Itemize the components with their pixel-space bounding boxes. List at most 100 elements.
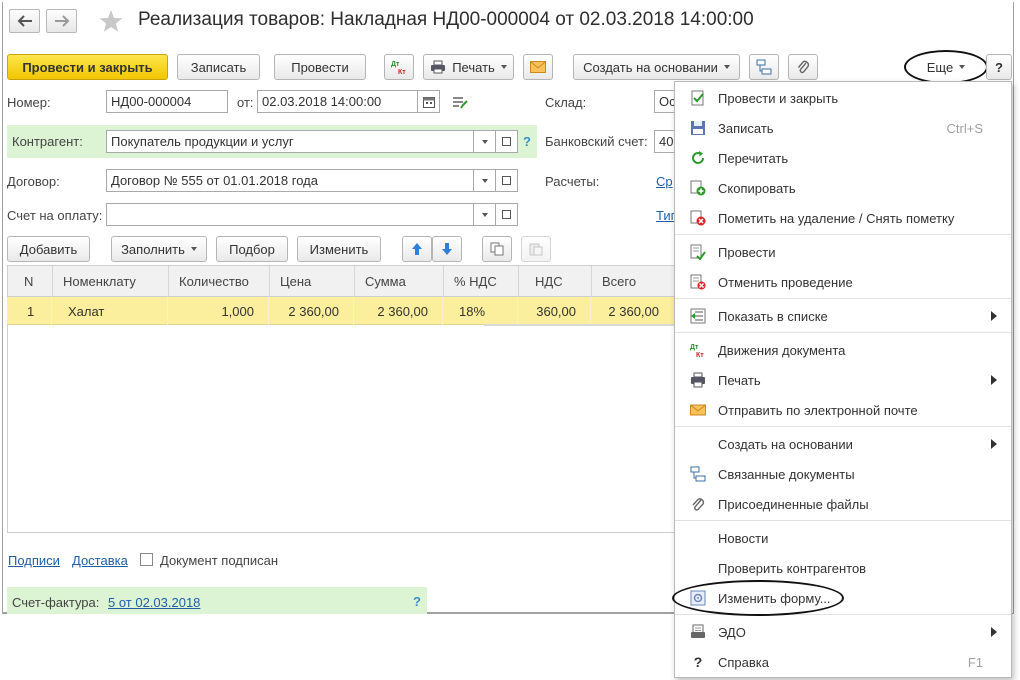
menu-item-help[interactable]: ? Справка F1 bbox=[675, 647, 1011, 677]
post-close-icon bbox=[691, 90, 704, 106]
menu-item-news[interactable]: Новости bbox=[675, 523, 1011, 553]
column-header-price[interactable]: Цена bbox=[270, 266, 355, 297]
contract-field[interactable]: Договор № 555 от 01.01.2018 года bbox=[106, 169, 474, 192]
paste-rows-button[interactable] bbox=[521, 236, 551, 262]
menu-item-create-based-on[interactable]: Создать на основании bbox=[675, 429, 1011, 459]
cell-vat: 360,00 bbox=[518, 297, 591, 325]
select-button[interactable]: Подбор bbox=[216, 236, 288, 262]
menu-item-document-movements[interactable]: Дт Кт Движения документа bbox=[675, 335, 1011, 365]
calendar-button[interactable] bbox=[418, 90, 440, 113]
menu-item-reread[interactable]: Перечитать bbox=[675, 143, 1011, 173]
copy-icon bbox=[690, 180, 706, 196]
chevron-down-icon bbox=[723, 65, 730, 69]
paperclip-icon bbox=[797, 60, 810, 74]
column-header-quantity[interactable]: Количество bbox=[169, 266, 270, 297]
invoice-open-button[interactable] bbox=[496, 203, 518, 226]
menu-item-check-counterparties[interactable]: Проверить контрагентов bbox=[675, 553, 1011, 583]
attach-files-button[interactable] bbox=[788, 54, 818, 80]
menu-item-show-in-list[interactable]: Показать в списке bbox=[675, 301, 1011, 331]
menu-item-attached-files[interactable]: Присоединенные файлы bbox=[675, 489, 1011, 519]
menu-item-label: Пометить на удаление / Снять пометку bbox=[718, 210, 955, 226]
post-icon bbox=[690, 244, 706, 260]
cell-item: Халат bbox=[52, 297, 168, 325]
invoice-dropdown-button[interactable] bbox=[474, 203, 496, 226]
date-field[interactable]: 02.03.2018 14:00:00 bbox=[257, 90, 418, 113]
invoice-field[interactable] bbox=[106, 203, 474, 226]
create-based-on-button[interactable]: Создать на основании bbox=[573, 54, 740, 80]
save-button[interactable]: Записать bbox=[177, 54, 260, 80]
counterparty-dropdown-button[interactable] bbox=[474, 130, 496, 153]
column-header-sum[interactable]: Сумма bbox=[355, 266, 444, 297]
menu-item-mark-delete[interactable]: Пометить на удаление / Снять пометку bbox=[675, 203, 1011, 233]
column-header-total[interactable]: Всего bbox=[592, 266, 674, 297]
counterparty-field[interactable]: Покупатель продукции и услуг bbox=[106, 130, 474, 153]
open-icon bbox=[502, 210, 511, 219]
menu-item-print[interactable]: Печать bbox=[675, 365, 1011, 395]
submenu-arrow-icon bbox=[991, 375, 997, 385]
copy-icon bbox=[490, 242, 504, 256]
arrow-down-icon bbox=[442, 243, 452, 255]
contract-open-button[interactable] bbox=[496, 169, 518, 192]
signatures-link[interactable]: Подписи bbox=[8, 553, 60, 568]
arrow-right-icon bbox=[54, 15, 69, 27]
menu-item-label: Скопировать bbox=[718, 180, 796, 196]
menu-item-linked-documents[interactable]: Связанные документы bbox=[675, 459, 1011, 489]
menu-item-save[interactable]: Записать Ctrl+S bbox=[675, 113, 1011, 143]
fill-label: Заполнить bbox=[121, 241, 185, 257]
change-button[interactable]: Изменить bbox=[297, 236, 381, 262]
counterparty-help-icon[interactable]: ? bbox=[523, 134, 531, 149]
signed-checkbox[interactable] bbox=[140, 553, 153, 566]
menu-item-edo[interactable]: ЭДО bbox=[675, 617, 1011, 647]
email-button[interactable] bbox=[523, 54, 553, 80]
print-button[interactable]: Печать bbox=[423, 54, 514, 80]
move-down-button[interactable] bbox=[432, 236, 462, 262]
settlements-link[interactable]: Ср bbox=[656, 174, 673, 189]
menu-item-copy[interactable]: Скопировать bbox=[675, 173, 1011, 203]
menu-item-label: Провести и закрыть bbox=[718, 90, 839, 106]
warehouse-field[interactable]: Ос bbox=[654, 90, 674, 113]
printer-icon bbox=[691, 372, 705, 388]
copy-rows-button[interactable] bbox=[482, 236, 512, 262]
menu-item-post-close[interactable]: Провести и закрыть bbox=[675, 83, 1011, 113]
column-header-vat-rate[interactable]: % НДС bbox=[444, 266, 519, 297]
add-row-button[interactable]: Добавить bbox=[7, 236, 90, 262]
menu-item-unpost[interactable]: Отменить проведение bbox=[675, 267, 1011, 297]
counterparty-open-button[interactable] bbox=[496, 130, 518, 153]
column-header-item[interactable]: Номенклату bbox=[53, 266, 169, 297]
number-field[interactable]: НД00-000004 bbox=[106, 90, 228, 113]
sf-link[interactable]: 5 от 02.03.2018 bbox=[108, 595, 200, 610]
menu-item-send-email[interactable]: Отправить по электронной почте bbox=[675, 395, 1011, 425]
save-disk-icon bbox=[691, 121, 705, 135]
linked-docs-icon bbox=[690, 466, 706, 482]
submenu-arrow-icon bbox=[991, 311, 997, 321]
open-icon bbox=[502, 176, 511, 185]
move-up-button[interactable] bbox=[402, 236, 432, 262]
forward-button[interactable] bbox=[46, 9, 77, 33]
favorite-star-icon[interactable] bbox=[98, 8, 124, 34]
menu-item-label: Проверить контрагентов bbox=[718, 560, 867, 576]
back-button[interactable] bbox=[9, 9, 40, 33]
column-header-vat[interactable]: НДС bbox=[519, 266, 592, 297]
post-button[interactable]: Провести bbox=[274, 54, 366, 80]
column-header-n[interactable]: N bbox=[8, 266, 53, 297]
bank-account-field[interactable]: 40 bbox=[654, 130, 674, 153]
dtkt-icon: Дт Кт bbox=[391, 61, 406, 75]
table-empty-area[interactable] bbox=[7, 325, 675, 533]
delivery-link[interactable]: Доставка bbox=[72, 553, 128, 568]
chevron-down-icon bbox=[481, 139, 488, 144]
post-and-close-button[interactable]: Провести и закрыть bbox=[7, 54, 168, 80]
help-button[interactable]: ? bbox=[986, 54, 1012, 80]
help-label: ? bbox=[995, 59, 1003, 75]
structure-button[interactable] bbox=[749, 54, 779, 80]
edit-list-icon[interactable] bbox=[452, 96, 468, 110]
contract-dropdown-button[interactable] bbox=[474, 169, 496, 192]
dtkt-button[interactable]: Дт Кт bbox=[384, 54, 414, 80]
table-row[interactable]: 1 Халат 1,000 2 360,00 2 360,00 18% 360,… bbox=[7, 297, 675, 325]
menu-item-label: Записать bbox=[718, 120, 774, 136]
menu-item-post[interactable]: Провести bbox=[675, 237, 1011, 267]
chevron-down-icon bbox=[481, 178, 488, 183]
menu-separator bbox=[675, 332, 1011, 333]
fill-button[interactable]: Заполнить bbox=[111, 236, 207, 262]
sf-label: Счет-фактура: bbox=[12, 595, 100, 610]
sf-help-icon[interactable]: ? bbox=[413, 594, 421, 609]
